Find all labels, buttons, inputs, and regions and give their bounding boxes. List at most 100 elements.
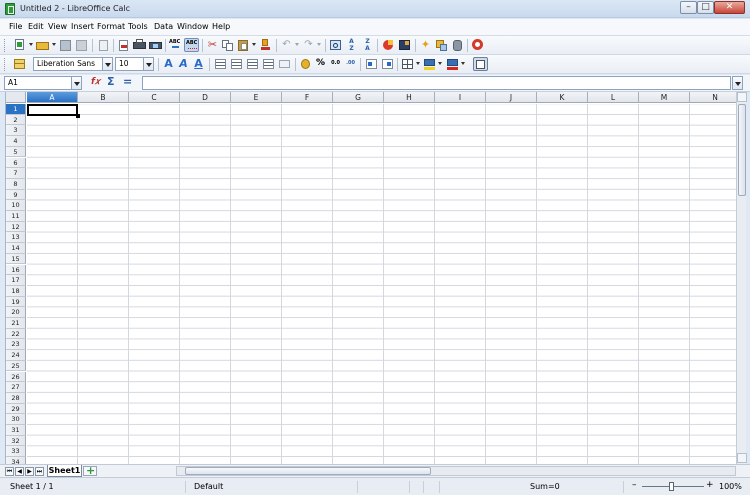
column-header-b[interactable]: B: [78, 92, 129, 103]
last-sheet-button[interactable]: ⏭: [35, 467, 44, 476]
cell-area[interactable]: [27, 104, 736, 464]
decrease-indent-icon[interactable]: [364, 57, 379, 71]
column-header-f[interactable]: F: [282, 92, 333, 103]
toggle-grid-icon[interactable]: [473, 57, 488, 71]
vertical-scrollbar[interactable]: [736, 92, 747, 464]
justify-icon[interactable]: [261, 57, 276, 71]
new-dropdown-arrow[interactable]: [29, 43, 33, 46]
scroll-up-button[interactable]: [737, 92, 747, 102]
insert-chart-icon[interactable]: [381, 38, 396, 52]
next-sheet-button[interactable]: ▶: [25, 467, 34, 476]
insert-mode[interactable]: [360, 481, 410, 493]
sheet-tab[interactable]: Sheet1: [47, 465, 82, 477]
sort-descending-icon[interactable]: ZA: [360, 38, 375, 52]
save-as-icon[interactable]: [74, 38, 89, 52]
open-dropdown-arrow[interactable]: [52, 43, 56, 46]
row-header-10[interactable]: 10: [6, 200, 26, 211]
edit-file-icon[interactable]: [96, 38, 111, 52]
vertical-scroll-thumb[interactable]: [738, 104, 746, 196]
bold-icon[interactable]: A: [161, 57, 176, 71]
export-pdf-icon[interactable]: [116, 38, 131, 52]
row-header-24[interactable]: 24: [6, 350, 26, 361]
redo-dropdown-arrow[interactable]: [317, 43, 321, 46]
column-header-c[interactable]: C: [129, 92, 180, 103]
row-header-21[interactable]: 21: [6, 318, 26, 329]
styles-icon[interactable]: [12, 57, 27, 71]
menu-window[interactable]: Window: [177, 22, 209, 31]
font-name-field[interactable]: Liberation Sans: [33, 57, 104, 71]
row-header-19[interactable]: 19: [6, 296, 26, 308]
column-header-d[interactable]: D: [180, 92, 231, 103]
find-replace-icon[interactable]: [328, 38, 343, 52]
font-color-dropdown-arrow[interactable]: [461, 62, 465, 65]
row-header-7[interactable]: 7: [6, 168, 26, 179]
row-header-32[interactable]: 32: [6, 435, 26, 447]
add-decimal-icon[interactable]: .00: [343, 57, 358, 71]
column-header-n[interactable]: N: [690, 92, 736, 103]
align-left-icon[interactable]: [213, 57, 228, 71]
print-preview-icon[interactable]: [148, 38, 163, 52]
zoom-level[interactable]: 100%: [719, 482, 742, 491]
toolbar-grip[interactable]: [4, 39, 7, 52]
background-color-icon[interactable]: [422, 57, 437, 71]
row-header-33[interactable]: 33: [6, 446, 26, 458]
scroll-down-button[interactable]: [737, 453, 747, 463]
menu-view[interactable]: View: [48, 22, 67, 31]
formula-icon[interactable]: =: [123, 75, 132, 88]
column-header-m[interactable]: M: [639, 92, 690, 103]
row-header-34[interactable]: 34: [6, 457, 26, 464]
row-header-2[interactable]: 2: [6, 114, 26, 126]
align-center-icon[interactable]: [229, 57, 244, 71]
open-folder-icon[interactable]: [35, 38, 50, 52]
row-header-20[interactable]: 20: [6, 307, 26, 318]
font-size-dropdown[interactable]: [143, 57, 154, 71]
column-header-j[interactable]: J: [486, 92, 537, 103]
data-sources-icon[interactable]: [450, 38, 465, 52]
font-name-dropdown[interactable]: [102, 57, 113, 71]
row-header-6[interactable]: 6: [6, 157, 26, 169]
row-header-8[interactable]: 8: [6, 178, 26, 190]
row-header-4[interactable]: 4: [6, 136, 26, 147]
autofill-handle[interactable]: [76, 114, 80, 118]
clone-formatting-icon[interactable]: [258, 38, 273, 52]
font-color-icon[interactable]: [445, 57, 460, 71]
column-header-l[interactable]: L: [588, 92, 639, 103]
row-header-22[interactable]: 22: [6, 328, 26, 340]
percent-format-icon[interactable]: %: [313, 57, 328, 71]
add-sheet-icon[interactable]: [83, 464, 97, 477]
undo-dropdown-arrow[interactable]: [295, 43, 299, 46]
autospellcheck-icon[interactable]: ABC: [184, 38, 199, 52]
menu-edit[interactable]: Edit: [28, 22, 44, 31]
close-button[interactable]: ✕: [714, 1, 745, 14]
row-header-12[interactable]: 12: [6, 221, 26, 233]
increase-indent-icon[interactable]: [380, 57, 395, 71]
name-box[interactable]: A1: [4, 76, 72, 90]
horizontal-scroll-thumb[interactable]: [185, 467, 431, 475]
menu-help[interactable]: Help: [212, 22, 230, 31]
gallery-icon[interactable]: [434, 38, 449, 52]
redo-icon[interactable]: ↷: [301, 38, 316, 52]
zoom-slider-knob[interactable]: [669, 482, 674, 491]
maximize-button[interactable]: □: [697, 1, 714, 14]
minimize-button[interactable]: –: [680, 1, 697, 14]
formula-expand-button[interactable]: [732, 76, 743, 90]
italic-icon[interactable]: A: [176, 57, 191, 71]
column-header-i[interactable]: I: [435, 92, 486, 103]
toolbar-grip[interactable]: [4, 58, 7, 71]
background-color-dropdown-arrow[interactable]: [438, 62, 442, 65]
paste-icon[interactable]: [236, 38, 251, 52]
copy-icon[interactable]: [220, 38, 235, 52]
name-box-dropdown[interactable]: [71, 76, 82, 90]
row-header-11[interactable]: 11: [6, 211, 26, 222]
row-header-14[interactable]: 14: [6, 243, 26, 254]
row-header-27[interactable]: 27: [6, 382, 26, 393]
number-format-icon[interactable]: 0.0: [328, 57, 343, 71]
zoom-out-button[interactable]: –: [632, 480, 637, 490]
sum-readout[interactable]: Sum=0: [444, 481, 624, 493]
active-cell-cursor[interactable]: [27, 104, 78, 116]
borders-icon[interactable]: [400, 57, 415, 71]
currency-format-icon[interactable]: [298, 57, 313, 71]
function-wizard-icon[interactable]: f𝑥: [91, 77, 100, 87]
column-header-h[interactable]: H: [384, 92, 435, 103]
page-style[interactable]: Default: [190, 481, 358, 493]
